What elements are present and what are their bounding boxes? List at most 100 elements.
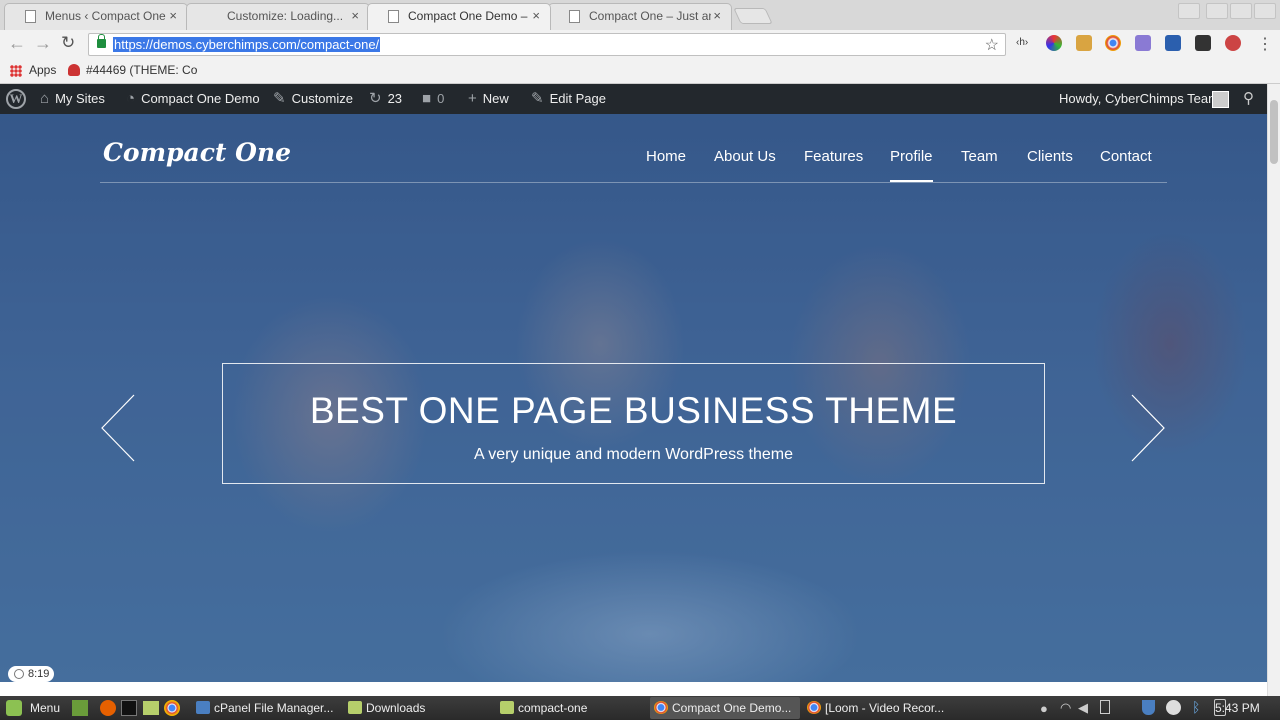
new-tab-button[interactable] (733, 8, 773, 24)
wordpress-logo-icon[interactable]: W (6, 89, 26, 109)
close-tab-icon[interactable]: × (532, 4, 540, 28)
back-icon[interactable]: ← (8, 33, 26, 54)
apps-grid-icon (10, 65, 22, 77)
brush-icon: ✎ (273, 90, 286, 107)
browser-tab-strip: Menus ‹ Compact One × Customize: Loading… (0, 0, 1280, 30)
taskbar-window-compact-one[interactable]: compact-one (496, 697, 646, 719)
system-clock[interactable]: 5:43 PM (1215, 696, 1260, 720)
bookmarks-bar: Apps #44469 (THEME: Co (0, 58, 1280, 84)
comment-icon: ■ (422, 90, 432, 107)
close-tab-icon[interactable]: × (713, 4, 721, 28)
tab-label: Compact One Demo – C (408, 9, 530, 23)
tab-customize[interactable]: Customize: Loading... × (186, 3, 370, 30)
updates-link[interactable]: ↻ 23 (369, 84, 402, 114)
extension-icon[interactable]: ‹h› (1016, 37, 1032, 53)
scrollbar-thumb[interactable] (1270, 100, 1278, 164)
mint-menu-icon (6, 700, 22, 716)
extension-icon[interactable] (1195, 35, 1211, 51)
bookmark-star-icon[interactable]: ☆ (985, 35, 999, 55)
edit-page-link[interactable]: ✎ Edit Page (531, 84, 606, 114)
taskbar-window-cpanel[interactable]: cPanel File Manager... (192, 697, 342, 719)
chrome-extension-icon[interactable] (1105, 35, 1121, 51)
files-icon[interactable] (143, 701, 159, 715)
taskbar-window-downloads[interactable]: Downloads (344, 697, 494, 719)
taskbar-window-loom[interactable]: [Loom - Video Recor... (803, 697, 953, 719)
tab-menus[interactable]: Menus ‹ Compact One × (4, 3, 188, 30)
menu-dots-icon[interactable]: ⋮ (1257, 34, 1273, 54)
wifi-icon[interactable]: ◠ (1060, 700, 1071, 716)
new-content-link[interactable]: + New (468, 84, 509, 114)
url-text[interactable]: https://demos.cyberchimps.com/compact-on… (113, 37, 381, 52)
page-scrollbar[interactable] (1267, 84, 1280, 696)
page-icon (25, 10, 36, 23)
comments-count: 0 (437, 91, 445, 106)
bookmark-theme-ticket[interactable]: #44469 (THEME: Co (86, 63, 197, 77)
loading-icon (207, 10, 218, 23)
bluetooth-icon[interactable]: ᛒ (1192, 699, 1200, 715)
status-icon[interactable] (1166, 700, 1181, 715)
nav-contact[interactable]: Contact (1100, 148, 1152, 165)
recording-timer: 8:19 (8, 666, 55, 682)
howdy-user-menu[interactable]: Howdy, CyberChimps Team (1059, 84, 1219, 114)
hero-subtitle: A very unique and modern WordPress theme (474, 446, 793, 463)
pencil-icon: ✎ (531, 90, 544, 107)
reload-icon[interactable]: ↻ (61, 33, 75, 53)
extension-icon[interactable] (1076, 35, 1092, 51)
show-desktop-icon[interactable] (72, 700, 88, 716)
volume-icon[interactable]: ◀ (1078, 700, 1088, 716)
active-nav-indicator (890, 180, 933, 182)
color-picker-extension-icon[interactable] (1046, 35, 1062, 51)
extension-icon[interactable] (1135, 35, 1151, 51)
nav-about-us[interactable]: About Us (714, 148, 776, 165)
nav-features[interactable]: Features (804, 148, 863, 165)
close-tab-icon[interactable]: × (351, 4, 359, 28)
my-sites-link[interactable]: ⌂ My Sites (40, 84, 105, 114)
window-icon (196, 701, 210, 714)
taskbar-window-compact-one-demo[interactable]: Compact One Demo... (650, 697, 800, 719)
menu-button[interactable]: Menu (30, 696, 60, 720)
profile-button[interactable] (1178, 3, 1200, 19)
updates-count: 23 (387, 91, 403, 106)
tab-label: Compact One – Just an (589, 9, 711, 23)
tab-compact-one[interactable]: Compact One – Just an × (548, 3, 732, 30)
tab-compact-one-demo[interactable]: Compact One Demo – C × (367, 3, 551, 30)
my-sites-icon: ⌂ (40, 90, 50, 107)
slider-prev-arrow-icon[interactable] (100, 394, 136, 462)
close-tab-icon[interactable]: × (169, 4, 177, 28)
address-bar[interactable]: https://demos.cyberchimps.com/compact-on… (88, 33, 1006, 56)
page-icon (388, 10, 399, 23)
site-name-link[interactable]: ◔ Compact One Demo (126, 84, 260, 114)
wp-admin-bar: W ⌂ My Sites ◔ Compact One Demo ✎ Customize… (0, 84, 1280, 114)
user-icon[interactable]: ● (1040, 701, 1048, 716)
slider-next-arrow-icon[interactable] (1130, 394, 1166, 462)
bookmark-apps[interactable]: Apps (29, 63, 56, 77)
nav-clients[interactable]: Clients (1027, 148, 1073, 165)
firefox-icon[interactable] (100, 700, 116, 716)
nav-profile[interactable]: Profile (890, 148, 933, 165)
extension-icon[interactable] (1225, 35, 1241, 51)
search-icon[interactable]: ⚲ (1243, 84, 1254, 114)
maximize-button[interactable] (1230, 3, 1252, 19)
dashboard-icon: ◔ (126, 90, 136, 107)
page-content-below (0, 682, 1267, 696)
minimize-button[interactable] (1206, 3, 1228, 19)
close-window-button[interactable] (1254, 3, 1276, 19)
chrome-icon[interactable] (164, 700, 180, 716)
avatar[interactable] (1212, 91, 1229, 108)
shield-icon[interactable] (1142, 700, 1155, 715)
chrome-icon (654, 701, 668, 714)
hero-title: BEST ONE PAGE BUSINESS THEME (309, 390, 958, 431)
forward-icon[interactable]: → (34, 33, 52, 54)
site-logo[interactable]: Compact One (103, 138, 291, 167)
nav-team[interactable]: Team (961, 148, 998, 165)
nav-home[interactable]: Home (646, 148, 686, 165)
extension-icon[interactable] (1165, 35, 1181, 51)
clipboard-icon[interactable] (1100, 700, 1110, 714)
folder-icon (348, 701, 362, 714)
nav-divider (100, 182, 1167, 183)
window-label: Downloads (366, 701, 426, 715)
customize-link[interactable]: ✎ Customize (273, 84, 353, 114)
comments-link[interactable]: ■ 0 (422, 84, 444, 114)
terminal-icon[interactable] (121, 700, 137, 716)
folder-icon (500, 701, 514, 714)
